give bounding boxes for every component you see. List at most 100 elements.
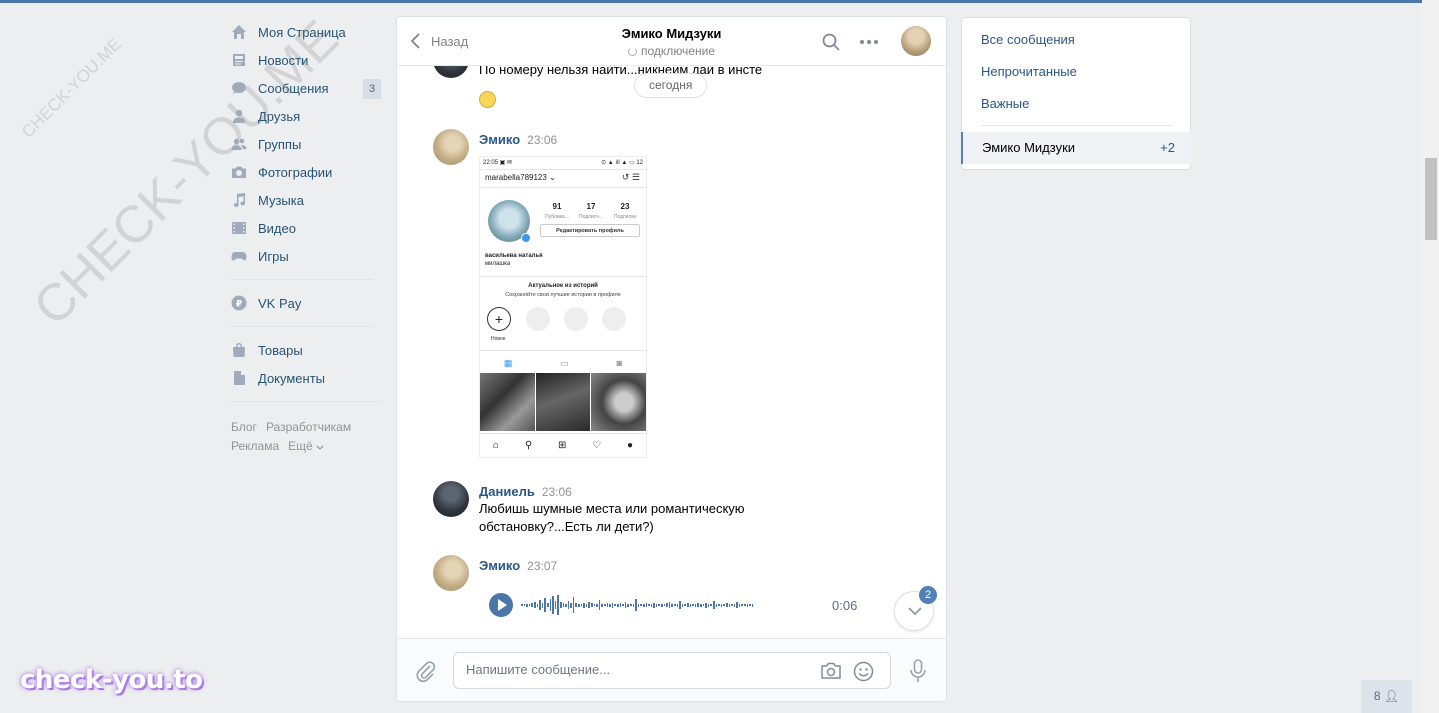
music-icon [231,192,247,208]
message-input[interactable] [466,662,806,677]
waveform-bar [687,603,689,607]
sidebar-item-messages[interactable]: Сообщения 3 [231,74,381,102]
waveform-bar [731,604,733,606]
waveform-bar [650,603,653,607]
sidebar-item-photos[interactable]: Фотографии [231,158,381,186]
waveform-bar [523,604,526,606]
home-icon: ⌂ [492,440,499,451]
paperclip-icon[interactable] [415,660,437,684]
waveform-bar [725,603,728,607]
waveform-bar [705,602,707,608]
sidebar-item-music[interactable]: Музыка [231,186,381,214]
sidebar-divider [231,326,373,327]
sidebar-item-my-page[interactable]: Моя Страница [231,18,381,46]
filter-unread[interactable]: Непрочитанные [981,64,1077,79]
insta-bio-name: васильева наталья [485,253,543,259]
active-conversation[interactable]: Эмико Мидзуки +2 [961,132,1191,164]
avatar[interactable] [433,66,469,78]
audio-waveform[interactable] [521,593,821,617]
sidebar-item-groups[interactable]: Группы [231,130,381,158]
waveform-bar [718,604,720,606]
insta-new-story-icon: + [487,307,511,331]
chat-partner-avatar[interactable] [901,26,931,56]
waveform-bar [692,604,694,606]
waveform-bar [562,603,565,607]
waveform-bar [710,604,712,606]
waveform-bar [614,604,616,606]
play-icon[interactable] [489,593,513,617]
waveform-bar [637,603,640,607]
emoji-icon[interactable] [853,661,874,682]
waveform-bar [596,603,598,607]
scrollbar-thumb[interactable] [1425,158,1437,240]
waveform-bar [697,603,699,607]
message-author[interactable]: Даниель 23:06 [479,484,572,499]
waveform-bar [640,604,642,606]
search-icon[interactable] [821,32,841,52]
friends-icon [231,108,247,124]
waveform-bar [570,602,572,608]
insta-story-placeholder [526,307,550,331]
author-name: Даниель [479,484,535,499]
voice-message: 0:06 [489,593,857,617]
camera-icon[interactable] [820,661,842,681]
attached-image-instagram-screenshot[interactable]: 22:05 ▣ ✉ ⊙ ▲ ıll ▲ ▭ 12 marabella789123 … [479,156,647,458]
footer-link-ads[interactable]: Реклама [231,439,279,453]
message-text: Любишь шумные места или романтическую об… [479,501,745,534]
sidebar-item-documents[interactable]: Документы [231,364,381,392]
bag-icon [231,342,247,358]
phone-status-left: 22:05 ▣ ✉ [483,160,513,166]
more-icon[interactable] [859,32,879,52]
sidebar-item-video[interactable]: Видео [231,214,381,242]
avatar[interactable] [433,129,469,165]
sidebar-item-news[interactable]: Новости [231,46,381,74]
sidebar-item-label: Сообщения [258,80,329,96]
waveform-bar [606,603,609,607]
unread-badge: 2 [918,585,938,605]
waveform-bar [627,603,629,607]
waveform-bar [601,603,603,607]
waveform-bar [583,602,585,608]
sidebar-item-games[interactable]: Игры [231,242,381,270]
filter-important[interactable]: Важные [981,96,1029,111]
waveform-bar [749,604,751,606]
avatar[interactable] [433,555,469,591]
sidebar-item-vkpay[interactable]: ₽ VK Pay [231,289,381,317]
avatar[interactable] [433,481,469,517]
insta-photo-grid [480,373,646,431]
waveform-bar [552,596,554,614]
insta-photo [591,373,646,431]
waveform-bar [632,603,635,607]
waveform-bar [526,603,528,607]
message-author[interactable]: Эмико 23:07 [479,558,557,573]
insta-photo [535,373,591,431]
footer-link-developers[interactable]: Разработчикам [266,420,351,434]
waveform-bar [694,603,697,607]
online-count: 8 [1373,689,1381,703]
person-icon: 👤︎ [1383,689,1400,703]
sidebar-item-label: Группы [258,136,302,152]
microphone-icon[interactable] [909,659,927,683]
waveform-bar [536,603,539,607]
add-story-icon [521,233,531,243]
spinner-icon [628,47,638,56]
waveform-bar [663,604,666,606]
sidebar-item-goods[interactable]: Товары [231,336,381,364]
message-list[interactable]: По номеру нельзя найти...никнеим дай в и… [397,66,946,639]
waveform-bar [684,604,686,606]
waveform-bar [624,602,627,608]
waveform-bar [567,601,570,609]
online-friends-button[interactable]: 8 👤︎ [1361,680,1412,713]
footer-link-more[interactable]: Ещё [288,439,324,453]
insta-highlights-title: Актуальное из историй [528,283,598,289]
author-name: Эмико [479,558,521,573]
footer-link-blog[interactable]: Блог [231,420,257,434]
filter-all-messages[interactable]: Все сообщения [981,32,1075,47]
waveform-bar [668,602,671,608]
sidebar-item-friends[interactable]: Друзья [231,102,381,130]
document-icon [231,370,247,386]
message-author[interactable]: Эмико 23:06 [479,132,557,147]
waveform-bar [736,602,738,608]
waveform-bar [746,603,749,607]
page-scrollbar[interactable] [1422,0,1439,713]
